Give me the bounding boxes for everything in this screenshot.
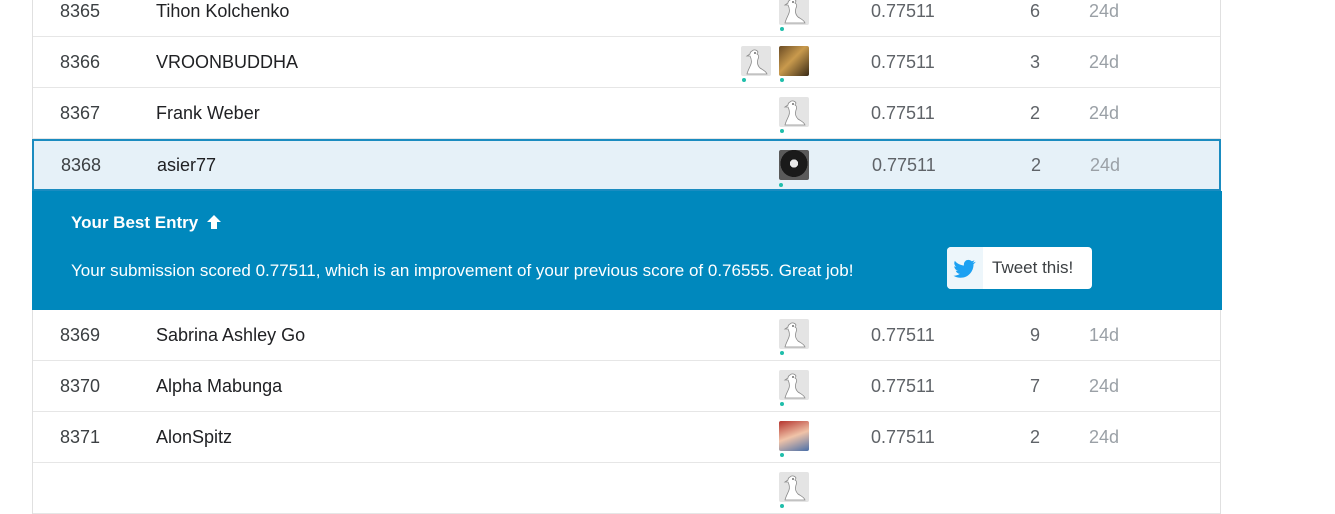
leaderboard-row[interactable]: 8365 Tihon Kolchenko 0.77511 6 24d (33, 0, 1220, 37)
online-indicator (779, 183, 783, 187)
entries-count: 3 (1029, 52, 1040, 72)
team-name[interactable]: asier77 (157, 141, 216, 189)
rank: 8365 (60, 1, 101, 21)
rank: 8366 (60, 52, 101, 72)
leaderboard-row[interactable]: 8371 AlonSpitz 0.77511 2 24d (33, 412, 1220, 463)
online-indicator (780, 453, 784, 457)
online-indicator (780, 402, 784, 406)
team-member-avatar[interactable] (779, 150, 809, 180)
online-indicator (780, 27, 784, 31)
default-goose-avatar[interactable] (779, 472, 809, 502)
my-team-row[interactable]: 8368 asier77 0.77511 2 24d (32, 139, 1221, 191)
best-entry-banner: Your Best Entry Your submission scored 0… (32, 191, 1222, 310)
banner-title-text: Your Best Entry (71, 213, 199, 232)
leaderboard-row[interactable]: 8367 Frank Weber 0.77511 2 24d (33, 88, 1220, 139)
rank: 8370 (60, 376, 101, 396)
twitter-bird-icon (947, 247, 983, 289)
entries-count: 2 (1030, 155, 1041, 175)
team-name[interactable]: Alpha Mabunga (156, 361, 282, 411)
last-submission: 24d (1089, 376, 1120, 396)
entries-count: 2 (1029, 427, 1040, 447)
leaderboard-row[interactable] (33, 463, 1220, 514)
online-indicator (780, 129, 784, 133)
rank: 8369 (60, 325, 101, 345)
leaderboard-row[interactable]: 8369 Sabrina Ashley Go 0.77511 9 14d (33, 310, 1220, 361)
banner-message: Your submission scored 0.77511, which is… (71, 261, 854, 280)
last-submission: 24d (1089, 427, 1120, 447)
rank: 8367 (60, 103, 101, 123)
arrow-up-icon (206, 215, 221, 229)
team-name[interactable]: VROONBUDDHA (156, 37, 298, 87)
entries-count: 9 (1029, 325, 1040, 345)
default-goose-avatar[interactable] (741, 46, 771, 76)
default-goose-avatar[interactable] (779, 370, 809, 400)
rank: 8368 (61, 155, 102, 175)
tweet-button[interactable]: Tweet this! (947, 247, 1092, 289)
entries-count: 7 (1029, 376, 1040, 396)
entries-count: 6 (1029, 1, 1040, 21)
last-submission: 24d (1089, 52, 1120, 72)
online-indicator (780, 351, 784, 355)
default-goose-avatar[interactable] (779, 319, 809, 349)
online-indicator (742, 78, 746, 82)
last-submission: 14d (1089, 325, 1120, 345)
score: 0.77511 (872, 155, 936, 175)
default-goose-avatar[interactable] (779, 0, 809, 25)
banner-title: Your Best Entry (71, 213, 222, 233)
team-member-avatar[interactable] (779, 421, 809, 451)
leaderboard-rows-before: 8365 Tihon Kolchenko 0.77511 6 24d 8366 VROONB… (33, 0, 1220, 139)
team-name[interactable]: Frank Weber (156, 88, 260, 138)
online-indicator (780, 78, 784, 82)
default-goose-avatar[interactable] (779, 97, 809, 127)
entries-count (1023, 463, 1047, 513)
team-name[interactable]: Tihon Kolchenko (156, 0, 289, 36)
score: 0.77511 (871, 103, 935, 123)
last-submission: 24d (1089, 103, 1120, 123)
score: 0.77511 (871, 1, 935, 21)
last-submission: 24d (1089, 1, 1120, 21)
team-name[interactable]: AlonSpitz (156, 412, 232, 462)
team-member-avatar[interactable] (779, 46, 809, 76)
score: 0.77511 (871, 427, 935, 447)
score: 0.77511 (871, 52, 935, 72)
leaderboard-row[interactable]: 8370 Alpha Mabunga 0.77511 7 24d (33, 361, 1220, 412)
tweet-label: Tweet this! (992, 258, 1074, 277)
team-name[interactable]: Sabrina Ashley Go (156, 310, 305, 360)
rank: 8371 (60, 427, 101, 447)
score: 0.77511 (871, 325, 935, 345)
entries-count: 2 (1029, 103, 1040, 123)
leaderboard-rows-after: 8369 Sabrina Ashley Go 0.77511 9 14d 8370 Alph… (33, 310, 1220, 514)
leaderboard: 8365 Tihon Kolchenko 0.77511 6 24d 8366 VROONB… (32, 0, 1222, 514)
last-submission: 24d (1090, 155, 1121, 175)
leaderboard-row[interactable]: 8366 VROONBUDDHA 0.77511 3 24d (33, 37, 1220, 88)
online-indicator (780, 504, 784, 508)
score: 0.77511 (871, 376, 935, 396)
